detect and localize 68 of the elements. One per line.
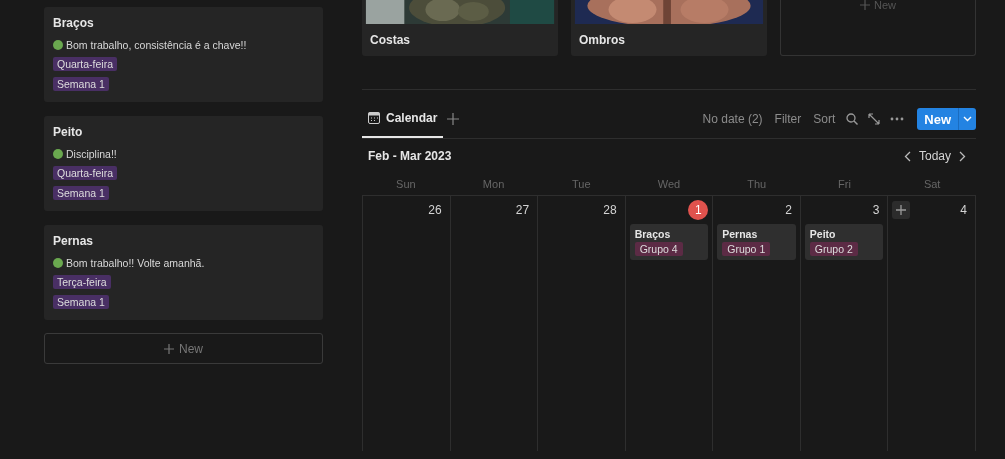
today-button[interactable]: Today (914, 149, 955, 163)
gallery-card[interactable]: Costas (362, 0, 558, 56)
weekday-label: Sat (922, 178, 942, 190)
event-title: Braços (634, 228, 672, 240)
month-title: Feb - Mar 2023 (368, 149, 452, 163)
tag: Grupo 2 (809, 242, 858, 256)
plus-icon (896, 205, 907, 215)
tag: Terça-feira (53, 275, 111, 289)
weekday-label: Thu (746, 178, 768, 190)
plus-icon (164, 343, 174, 354)
tag: Grupo 1 (722, 242, 771, 256)
more-icon (890, 117, 905, 121)
tag: Semana 1 (53, 295, 109, 309)
gallery-card[interactable]: Ombros (571, 0, 767, 56)
add-view-icon (447, 113, 460, 125)
expand-icon (868, 113, 881, 125)
card-title: Peito (53, 125, 84, 139)
day-number: 28 (603, 203, 618, 217)
toolbar-button[interactable]: Filter (768, 112, 808, 126)
calendar-icon (368, 112, 380, 124)
calendar-event[interactable]: Peito Grupo 2 (804, 224, 884, 260)
caret-icon (963, 116, 972, 122)
tag: Quarta-feira (53, 57, 118, 71)
calendar-day[interactable]: 2 Pernas Grupo 1 (713, 196, 801, 451)
day-number: 27 (515, 203, 531, 217)
card-note: Disciplina!! (66, 148, 117, 160)
tag: Quarta-feira (53, 166, 118, 180)
weekday-label: Tue (571, 178, 592, 190)
board-card[interactable]: Pernas Bom trabalho!! Volte amanhã. Terça-feira Semana 1 (44, 225, 323, 320)
calendar-day[interactable]: 26 (363, 196, 451, 451)
chevron-right-icon (959, 150, 966, 162)
day-number: 2 (785, 203, 793, 217)
card-note: Bom trabalho, consistência é a chave!! (66, 39, 247, 51)
board-card[interactable]: Peito Disciplina!! Quarta-feira Semana 1 (44, 116, 323, 211)
weekday-label: Fri (837, 178, 852, 190)
tag: Grupo 4 (634, 242, 683, 256)
calendar-day[interactable]: 27 (450, 196, 539, 451)
new-button[interactable]: New (44, 333, 323, 364)
calendar-event[interactable]: Pernas Grupo 1 (717, 224, 796, 260)
calendar-event[interactable]: Braços Grupo 4 (629, 224, 709, 260)
card-title: Costas (369, 32, 411, 49)
day-number: 3 (872, 203, 881, 217)
calendar-day[interactable]: 28 (538, 196, 626, 451)
weekday-label: Wed (656, 178, 682, 190)
day-number: 26 (428, 203, 443, 217)
card-title: Ombros (578, 32, 626, 49)
view-tab[interactable]: Calendar (362, 100, 444, 138)
board-card[interactable]: Braços Bom trabalho, consistência é a chave!! Quarta-feira Semana 1 (44, 7, 323, 102)
calendar-day[interactable]: 1 Braços Grupo 4 (625, 196, 714, 451)
tag: Semana 1 (53, 77, 109, 91)
search-icon (846, 113, 859, 125)
event-title: Peito (809, 228, 837, 240)
weekday-label: Mon (481, 178, 506, 190)
today-badge: 1 (688, 200, 709, 220)
toolbar-button[interactable]: Sort (807, 112, 842, 126)
toolbar-button[interactable]: No date (2) (696, 112, 769, 126)
calendar-day[interactable]: 3 Peito Grupo 2 (800, 196, 889, 451)
day-number: 4 (960, 203, 968, 217)
card-title: Pernas (53, 234, 95, 248)
tag: Semana 1 (53, 186, 109, 200)
chevron-left-icon (903, 150, 911, 162)
calendar-day[interactable]: 4 (888, 196, 976, 451)
add-button[interactable] (892, 201, 911, 219)
card-title: Braços (53, 16, 95, 30)
weekday-label: Sun (395, 178, 417, 190)
event-title: Pernas (722, 228, 759, 240)
plus-icon (860, 0, 870, 10)
card-note: Bom trabalho!! Volte amanhã. (66, 257, 205, 269)
